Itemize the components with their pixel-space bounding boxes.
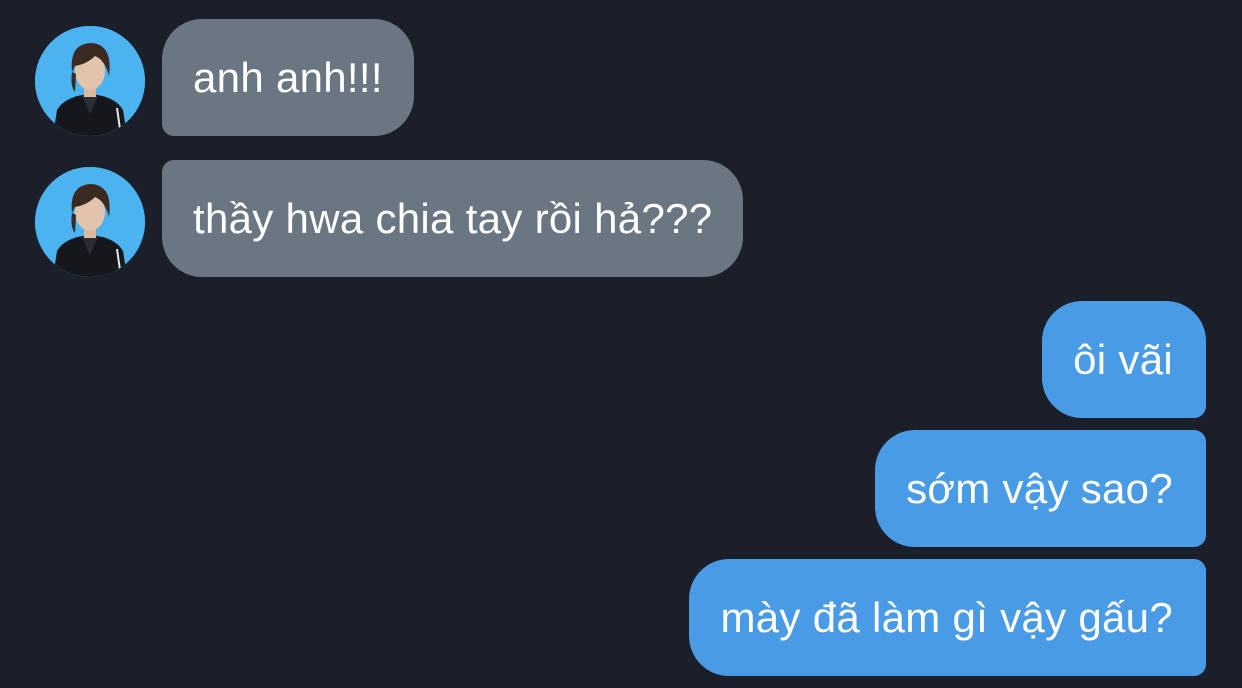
incoming-message-row: anh anh!!!: [0, 19, 1242, 136]
outgoing-message-row: mày đã làm gì vậy gấu?: [0, 559, 1242, 676]
message-text: thầy hwa chia tay rồi hả???: [193, 194, 713, 242]
person-avatar-icon: [35, 26, 145, 136]
incoming-message-bubble[interactable]: thầy hwa chia tay rồi hả???: [162, 160, 744, 277]
contact-avatar[interactable]: [35, 167, 145, 277]
contact-avatar[interactable]: [35, 26, 145, 136]
outgoing-message-bubble[interactable]: sớm vậy sao?: [875, 430, 1206, 547]
message-text: sớm vậy sao?: [906, 464, 1173, 512]
message-text: anh anh!!!: [193, 53, 383, 101]
outgoing-message-row: ôi vãi: [0, 301, 1242, 418]
outgoing-message-bubble[interactable]: ôi vãi: [1042, 301, 1206, 418]
person-avatar-icon: [35, 167, 145, 277]
outgoing-message-row: sớm vậy sao?: [0, 430, 1242, 547]
outgoing-message-bubble[interactable]: mày đã làm gì vậy gấu?: [689, 559, 1206, 676]
incoming-message-bubble[interactable]: anh anh!!!: [162, 19, 414, 136]
message-text: ôi vãi: [1073, 335, 1173, 383]
incoming-message-row: thầy hwa chia tay rồi hả???: [0, 160, 1242, 277]
message-text: mày đã làm gì vậy gấu?: [720, 593, 1173, 641]
